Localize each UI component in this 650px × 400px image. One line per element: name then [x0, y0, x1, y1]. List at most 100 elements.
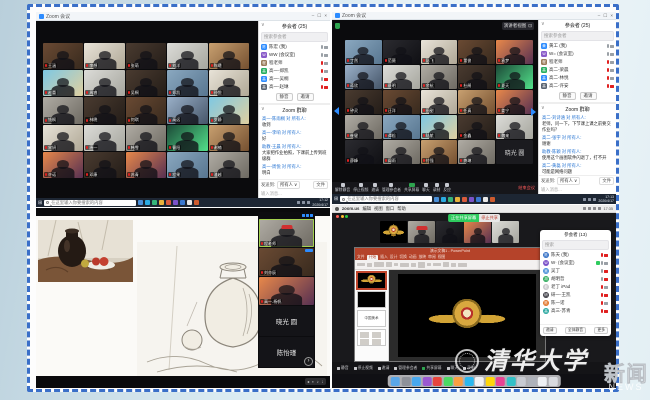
tray-icon[interactable]	[297, 201, 300, 204]
file-button[interactable]: 文件	[599, 177, 614, 185]
camera-icon[interactable]	[604, 294, 608, 297]
video-tile[interactable]: 曹阳	[167, 125, 207, 151]
mute-button[interactable]: 静音	[276, 93, 293, 101]
mic-icon[interactable]	[607, 52, 609, 56]
end-meeting-button[interactable]: 结束会议	[518, 185, 535, 191]
video-tile[interactable]: 金鑫	[458, 115, 495, 139]
taskbar-app-icon[interactable]	[434, 197, 439, 202]
录制-button[interactable]: 录制	[433, 183, 441, 193]
camera-icon[interactable]	[610, 69, 614, 72]
ppt-tab-动画[interactable]: 动画	[409, 255, 417, 260]
video-tile[interactable]: 钱枫	[43, 97, 83, 123]
video-tile[interactable]: 韩雪	[126, 125, 166, 151]
聊天-button[interactable]: 聊天	[422, 183, 430, 193]
taskbar-app-icon[interactable]	[187, 200, 192, 205]
dock-app-icon[interactable]	[422, 377, 431, 386]
collapse-icon[interactable]: ∨	[261, 22, 265, 28]
slide-thumbnail[interactable]: 中国美术	[357, 310, 386, 327]
maximize-button[interactable]: ☐	[603, 13, 607, 19]
video-tile[interactable]: 范薇	[383, 40, 420, 64]
dock-app-icon[interactable]	[454, 377, 463, 386]
ribbon-control[interactable]	[374, 262, 384, 267]
video-tile[interactable]: 郑凯	[167, 70, 207, 96]
close-button[interactable]: ×	[324, 13, 327, 19]
video-tile[interactable]: 魏来	[496, 115, 533, 139]
menu-编辑[interactable]: 编辑	[362, 206, 371, 212]
video-thumbnail[interactable]	[492, 221, 519, 243]
camera-icon[interactable]	[610, 85, 614, 88]
camera-icon[interactable]	[604, 286, 608, 289]
taskbar-app-icon[interactable]	[469, 197, 474, 202]
taskbar-app-icon[interactable]	[476, 197, 481, 202]
停止视频-button[interactable]: 停止视频	[354, 366, 373, 371]
dock-app-icon[interactable]	[548, 377, 557, 386]
video-tile[interactable]: 汪洋	[383, 90, 420, 114]
camera-icon[interactable]	[604, 278, 608, 281]
view-mode-button[interactable]: 演讲者视图⊡	[502, 22, 534, 30]
ribbon-control[interactable]	[427, 263, 431, 266]
participant-row[interactable]: 高高一-吴桐	[259, 75, 330, 83]
send-to-select[interactable]: 所有人∨	[277, 181, 300, 189]
mic-icon[interactable]	[321, 85, 323, 89]
dock-app-icon[interactable]	[485, 377, 494, 386]
mic-icon[interactable]	[601, 293, 603, 297]
video-thumbnail[interactable]	[408, 221, 435, 243]
participant-row[interactable]: WWW (会议室)	[259, 51, 330, 59]
ribbon-control[interactable]	[451, 263, 456, 267]
menu-视图[interactable]: 视图	[374, 206, 383, 212]
video-tile[interactable]: 钟灵	[345, 90, 382, 114]
video-tile[interactable]: 程果	[167, 152, 207, 178]
menu-帮助[interactable]: 帮助	[397, 206, 406, 212]
邀请-button[interactable]: 邀请	[371, 183, 379, 193]
maximize-button[interactable]: ☐	[317, 13, 321, 19]
participant-row[interactable]: 程程老师	[259, 59, 330, 67]
more-videos-button[interactable]: ›	[304, 357, 313, 366]
minimize-button[interactable]: –	[312, 13, 315, 19]
participant-row[interactable]: 高高一-郑凯	[259, 67, 330, 75]
collapse-icon[interactable]: ∨	[541, 105, 545, 111]
taskbar-app-icon[interactable]	[448, 197, 453, 202]
mic-icon[interactable]	[607, 76, 609, 80]
participant-row[interactable]: WW= (会议室)	[539, 50, 616, 58]
taskbar-app-icon[interactable]	[173, 200, 178, 205]
video-tile[interactable]: 林晚	[84, 97, 124, 123]
dock-app-icon[interactable]	[496, 377, 505, 386]
video-thumbnail[interactable]	[380, 221, 407, 243]
video-tile[interactable]: 王涵	[43, 43, 83, 69]
video-tile[interactable]: 刘洋	[167, 43, 207, 69]
dock-app-icon[interactable]	[391, 377, 400, 386]
security-shield-icon[interactable]	[335, 23, 340, 29]
video-tile[interactable]: 宋妍	[43, 125, 83, 151]
participant-row[interactable]: 高高二-梁晨	[539, 66, 616, 74]
video-tile[interactable]: 许诺	[43, 152, 83, 178]
video-tile[interactable]: 余杭	[421, 65, 458, 89]
mic-icon[interactable]	[321, 53, 323, 57]
video-tile[interactable]: 蒋欣	[345, 65, 382, 89]
video-tile[interactable]: 何琪	[126, 97, 166, 123]
participant-search-input[interactable]: 搜索参会者	[261, 32, 328, 42]
status-icon[interactable]	[588, 207, 591, 210]
camera-icon[interactable]	[610, 45, 614, 48]
participant-row[interactable]: 高高一-赵琳	[259, 83, 330, 91]
participant-row[interactable]: 吴吴丁	[540, 267, 611, 275]
停止视频-button[interactable]: 停止视频	[353, 183, 368, 193]
camera-icon[interactable]	[604, 270, 608, 273]
ribbon-control[interactable]	[418, 262, 425, 268]
video-tile[interactable]: 丁然	[345, 40, 382, 64]
全体静音-button[interactable]: 全体静音	[565, 327, 586, 334]
camera-icon[interactable]	[610, 53, 614, 56]
tray-icon[interactable]	[307, 201, 310, 204]
stop-share-button[interactable]: 停止共享	[479, 214, 500, 222]
camera-icon[interactable]	[610, 77, 614, 80]
taskbar-app-icon[interactable]	[490, 197, 495, 202]
dock-app-icon[interactable]	[517, 377, 526, 386]
ribbon-control[interactable]	[394, 263, 398, 266]
collapse-icon[interactable]: ∨	[261, 106, 265, 112]
send-to-select[interactable]: 所有人∨	[557, 177, 580, 185]
participant-row[interactable]: WW· (会议室)	[540, 259, 611, 267]
camera-icon[interactable]	[604, 302, 608, 305]
camera-icon[interactable]	[324, 70, 328, 73]
participant-row[interactable]: 老老丁 iPad	[540, 283, 611, 291]
participant-row[interactable]: 高高二-林悦	[539, 74, 616, 82]
邀请-button[interactable]: 邀请	[543, 327, 557, 334]
